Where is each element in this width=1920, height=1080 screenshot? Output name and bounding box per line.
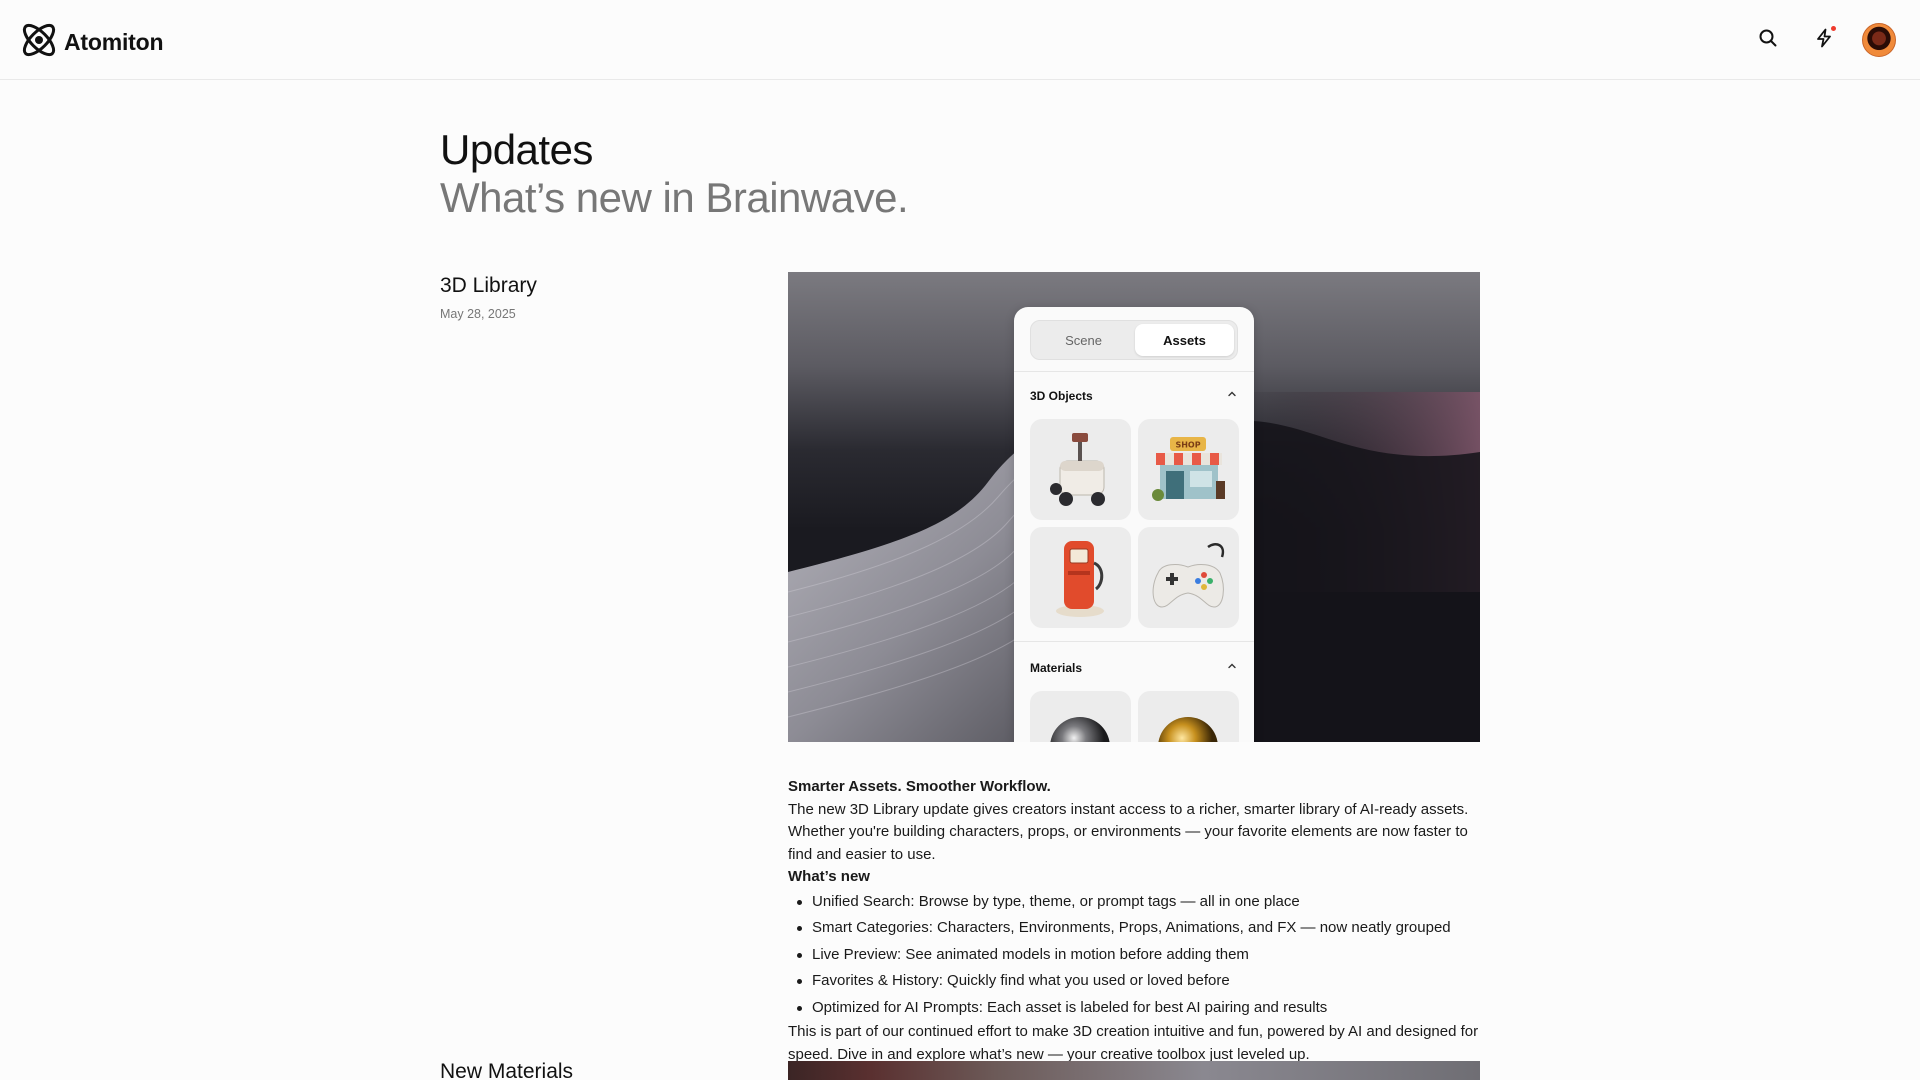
asset-tile[interactable] bbox=[1030, 527, 1131, 628]
fuel-pump-icon bbox=[1030, 541, 1131, 628]
list-item: Favorites & History: Quickly find what y… bbox=[788, 968, 1488, 995]
list-item: Live Preview: See animated models in mot… bbox=[788, 942, 1488, 969]
whats-new-heading: What’s new bbox=[788, 868, 870, 885]
page-subtitle: What’s new in Brainwave. bbox=[440, 174, 909, 221]
entry-hero-image: Scene Assets 3D Objects SHOP Materials bbox=[788, 272, 1480, 742]
article-outro: This is part of our continued effort to … bbox=[788, 1023, 1479, 1063]
asset-tile[interactable] bbox=[1138, 527, 1239, 628]
list-item: Optimized for AI Prompts: Each asset is … bbox=[788, 995, 1488, 1022]
chevron-up-icon bbox=[1226, 387, 1238, 405]
panel-divider bbox=[1014, 371, 1254, 372]
entry-article: Smarter Assets. Smoother Workflow. The n… bbox=[788, 776, 1488, 1066]
section-label: Materials bbox=[1030, 661, 1083, 675]
user-avatar[interactable] bbox=[1862, 23, 1896, 57]
page-title: Updates bbox=[440, 126, 593, 173]
section-label: 3D Objects bbox=[1030, 389, 1093, 403]
svg-text:SHOP: SHOP bbox=[1175, 441, 1200, 450]
tab-assets[interactable]: Assets bbox=[1135, 324, 1234, 356]
panel-divider bbox=[1014, 641, 1254, 642]
section-3d-objects-header[interactable]: 3D Objects bbox=[1030, 386, 1238, 406]
section-materials-header[interactable]: Materials bbox=[1030, 658, 1238, 678]
article-intro: The new 3D Library update gives creators… bbox=[788, 800, 1469, 863]
entry-hero-image bbox=[788, 1061, 1480, 1080]
brand-name: Atomiton bbox=[64, 29, 164, 55]
updates-button[interactable] bbox=[1806, 22, 1842, 58]
brand-logo-link[interactable]: Atomiton bbox=[18, 19, 164, 66]
search-button[interactable] bbox=[1750, 22, 1786, 58]
top-navigation-bar: Atomiton bbox=[0, 0, 1920, 80]
asset-tile[interactable] bbox=[1030, 691, 1131, 742]
panel-tab-switcher: Scene Assets bbox=[1030, 320, 1238, 360]
delivery-robot-icon bbox=[1030, 433, 1131, 520]
list-item: Smart Categories: Characters, Environmen… bbox=[788, 915, 1488, 942]
tab-scene[interactable]: Scene bbox=[1034, 324, 1133, 356]
whats-new-list: Unified Search: Browse by type, theme, o… bbox=[788, 889, 1488, 1022]
entry-title: 3D Library bbox=[440, 274, 537, 297]
list-item: Unified Search: Browse by type, theme, o… bbox=[788, 889, 1488, 916]
entry-title: New Materials bbox=[440, 1060, 574, 1080]
article-lead: Smarter Assets. Smoother Workflow. bbox=[788, 778, 1051, 795]
shop-icon: SHOP bbox=[1138, 437, 1239, 520]
asset-tile[interactable] bbox=[1030, 419, 1131, 520]
asset-tile[interactable]: SHOP bbox=[1138, 419, 1239, 520]
search-icon bbox=[1758, 28, 1778, 53]
assets-panel: Scene Assets 3D Objects SHOP Materials bbox=[1014, 307, 1254, 742]
lightning-bolt-icon bbox=[1814, 28, 1834, 53]
notification-dot bbox=[1831, 26, 1836, 31]
game-controller-icon bbox=[1138, 543, 1239, 628]
entry-date: May 28, 2025 bbox=[440, 307, 516, 321]
atom-logo-icon bbox=[18, 19, 60, 66]
chevron-up-icon bbox=[1226, 659, 1238, 677]
asset-tile[interactable] bbox=[1138, 691, 1239, 742]
